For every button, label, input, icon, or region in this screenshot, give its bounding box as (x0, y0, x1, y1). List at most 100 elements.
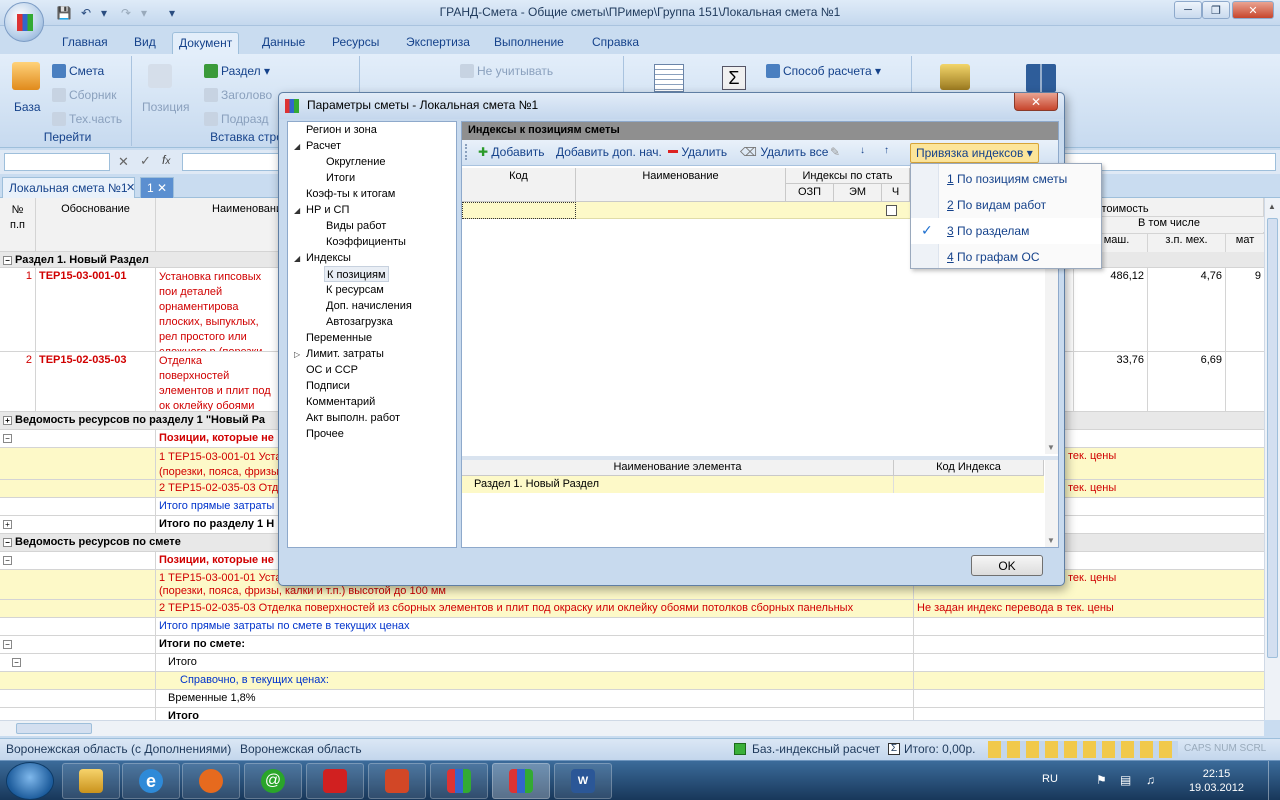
section-button[interactable]: Раздел ▾ (204, 64, 270, 78)
tree-item-coefficients[interactable]: Коэффициенты (326, 234, 406, 250)
heading-button[interactable]: Заголово (204, 88, 272, 102)
col-element-header[interactable]: Наименование элемента (462, 460, 894, 476)
table-row[interactable]: 2 ТЕР15-02-035-03 Отделка поверхностей и… (0, 600, 1264, 618)
tree-item-totals[interactable]: Итоги (326, 170, 355, 186)
col-ozp-header[interactable]: ОЗП (786, 184, 834, 202)
tree-collapse-icon[interactable]: ◢ (294, 206, 303, 215)
tab-view[interactable]: Вид (128, 32, 162, 54)
collapse-icon[interactable]: − (12, 658, 21, 667)
function-icon[interactable]: fx (162, 153, 170, 167)
element-row[interactable]: Раздел 1. Новый Раздел (462, 476, 894, 493)
tree-item-work-types[interactable]: Виды работ (326, 218, 386, 234)
doc-tab-second[interactable]: 1 ✕ (140, 177, 175, 198)
tree-item-to-positions[interactable]: К позициям (324, 266, 389, 282)
taskbar-powerpoint[interactable] (368, 763, 426, 799)
expand-icon[interactable]: + (3, 520, 12, 529)
ok-button[interactable]: OK (971, 555, 1043, 576)
doc-tab-close-icon[interactable]: ✕ (126, 181, 135, 194)
delete-all-button[interactable]: ⌫ Удалить все (740, 145, 828, 159)
network-icon[interactable]: ▤ (1120, 773, 1131, 787)
table-row[interactable]: Итого (0, 708, 1264, 720)
tree-item-os-ssr[interactable]: ОС и ССР (306, 362, 358, 378)
index-binding-button[interactable]: Привязка индексов ▾ (910, 143, 1039, 163)
tree-item-coef-totals[interactable]: Коэф-ты к итогам (306, 186, 395, 202)
show-desktop-button[interactable] (1268, 761, 1280, 800)
edit-icon[interactable]: ✎ (830, 145, 840, 159)
tree-item-limit-costs[interactable]: Лимит. затраты (306, 346, 384, 362)
calc-method-button[interactable]: Способ расчета ▾ (766, 64, 881, 78)
collapse-icon[interactable]: − (3, 556, 12, 565)
tree-item-calc[interactable]: Расчет (306, 138, 341, 154)
delete-button[interactable]: Удалить (668, 145, 727, 159)
scroll-thumb[interactable] (1267, 218, 1278, 658)
flag-icon[interactable]: ⚑ (1096, 773, 1107, 787)
scroll-down-icon[interactable]: ▼ (1047, 443, 1055, 452)
element-row-code[interactable] (894, 476, 1044, 493)
sort-desc-icon[interactable]: ↑ (884, 145, 889, 156)
tab-home[interactable]: Главная (56, 32, 114, 54)
col-ch-header[interactable]: Ч (882, 184, 910, 202)
col-name-header[interactable]: Наименование (576, 168, 786, 202)
indices-cell-code[interactable] (462, 202, 576, 219)
menu-item-by-work-types[interactable]: 2 По видам работ (911, 192, 1101, 218)
scroll-up-icon[interactable]: ▲ (1268, 202, 1276, 211)
confirm-icon[interactable]: ✓ (140, 153, 151, 169)
dialog-close-button[interactable]: ✕ (1014, 93, 1058, 111)
minimize-button[interactable]: ─ (1174, 1, 1202, 19)
language-indicator[interactable]: RU (1042, 773, 1058, 785)
h-scroll-thumb[interactable] (16, 723, 92, 734)
smeta-button[interactable]: Смета (52, 64, 104, 78)
tree-item-extra-charges[interactable]: Доп. начисления (326, 298, 412, 314)
tree-item-work-act[interactable]: Акт выполн. работ (306, 410, 400, 426)
base-button[interactable]: База (14, 100, 41, 114)
redo-dropdown-icon[interactable]: ▾ (136, 5, 152, 21)
position-button[interactable]: Позиция (142, 100, 189, 114)
collapse-icon[interactable]: − (3, 256, 12, 265)
table-row[interactable]: Справочно, в текущих ценах: (0, 672, 1264, 690)
tab-data[interactable]: Данные (256, 32, 311, 54)
tree-item-nr-sp[interactable]: НР и СП (306, 202, 349, 218)
tree-item-indices[interactable]: Индексы (306, 250, 351, 266)
tree-item-variables[interactable]: Переменные (306, 330, 372, 346)
collapse-icon[interactable]: − (3, 640, 12, 649)
status-view-icons[interactable] (988, 741, 1178, 758)
tree-item-to-resources[interactable]: К ресурсам (326, 282, 384, 298)
tree-collapse-icon[interactable]: ◢ (294, 142, 303, 151)
table-row[interactable]: − Итого (0, 654, 1264, 672)
name-box[interactable] (4, 153, 110, 171)
add-button[interactable]: ✚ Добавить (478, 145, 544, 159)
tree-expand-icon[interactable]: ▷ (294, 350, 303, 359)
tree-item-signatures[interactable]: Подписи (306, 378, 350, 394)
tree-item-comment[interactable]: Комментарий (306, 394, 375, 410)
save-icon[interactable]: 💾 (56, 5, 72, 21)
tree-item-region[interactable]: Регион и зона (306, 122, 377, 138)
menu-item-by-os-columns[interactable]: 4 По графам ОС (911, 244, 1101, 270)
scroll-down-icon[interactable]: ▼ (1047, 536, 1055, 545)
exclude-button[interactable]: Не учитывать (460, 64, 553, 78)
app-menu-button[interactable] (4, 2, 44, 42)
subsection-button[interactable]: Подразд (204, 112, 269, 126)
col-em-header[interactable]: ЭМ (834, 184, 882, 202)
tree-item-autoload[interactable]: Автозагрузка (326, 314, 393, 330)
taskbar-ie[interactable]: e (122, 763, 180, 799)
tree-collapse-icon[interactable]: ◢ (294, 254, 303, 263)
customize-toolbar-icon[interactable]: ▾ (164, 5, 180, 21)
add-extra-button[interactable]: Добавить доп. нач. (556, 145, 662, 159)
start-button[interactable] (6, 762, 54, 800)
table-row[interactable]: − Итоги по смете: (0, 636, 1264, 654)
menu-item-by-sections[interactable]: ✓ 3 По разделам (911, 218, 1101, 244)
taskbar-explorer[interactable] (62, 763, 120, 799)
undo-dropdown-icon[interactable]: ▾ (96, 5, 112, 21)
status-calc[interactable]: Баз.-индексный расчет (752, 742, 880, 756)
doc-tab-second-close-icon[interactable]: ✕ (157, 181, 167, 195)
tab-expertise[interactable]: Экспертиза (400, 32, 476, 54)
redo-icon[interactable]: ↷ (118, 5, 134, 21)
clock[interactable]: 22:15 19.03.2012 (1189, 767, 1244, 795)
table-row[interactable]: Итого прямые затраты по смете в текущих … (0, 618, 1264, 636)
tab-help[interactable]: Справка (586, 32, 645, 54)
ch-checkbox[interactable] (886, 205, 897, 216)
taskbar-grand-2[interactable] (492, 763, 550, 799)
vertical-scrollbar[interactable]: ▲ (1264, 198, 1280, 720)
col-index-code-header[interactable]: Код Индекса (894, 460, 1044, 476)
close-button[interactable]: ✕ (1232, 1, 1274, 19)
